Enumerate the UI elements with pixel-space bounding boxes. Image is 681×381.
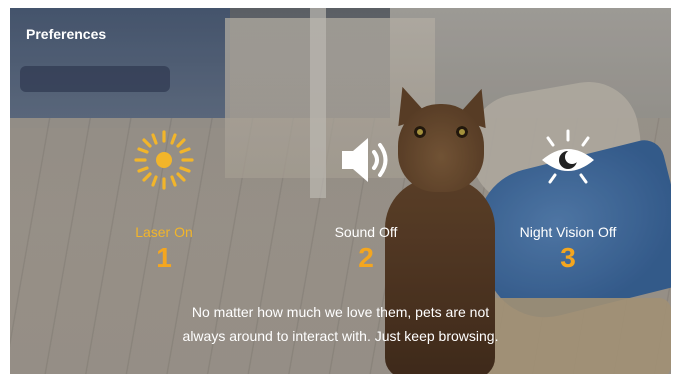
option-laser-label: Laser On	[135, 224, 193, 240]
preferences-screen: Preferences Laser On 1 Sound Off 2 Night…	[10, 8, 671, 374]
option-laser-number: 1	[156, 242, 172, 273]
pagination-dots	[10, 366, 671, 374]
option-sound-label: Sound Off	[334, 224, 398, 240]
eye-icon[interactable]	[536, 128, 600, 197]
info-message: No matter how much we love them, pets ar…	[130, 300, 551, 348]
option-sound-number: 2	[358, 242, 374, 273]
speaker-icon[interactable]	[336, 132, 396, 193]
sun-icon[interactable]	[132, 128, 196, 197]
info-message-line-2: always around to interact with. Just kee…	[182, 328, 499, 344]
page-title: Preferences	[26, 26, 107, 42]
option-night-vision-number: 3	[560, 242, 576, 273]
info-message-line-1: No matter how much we love them, pets ar…	[191, 304, 490, 320]
option-night-vision-label: Night Vision Off	[519, 224, 617, 240]
